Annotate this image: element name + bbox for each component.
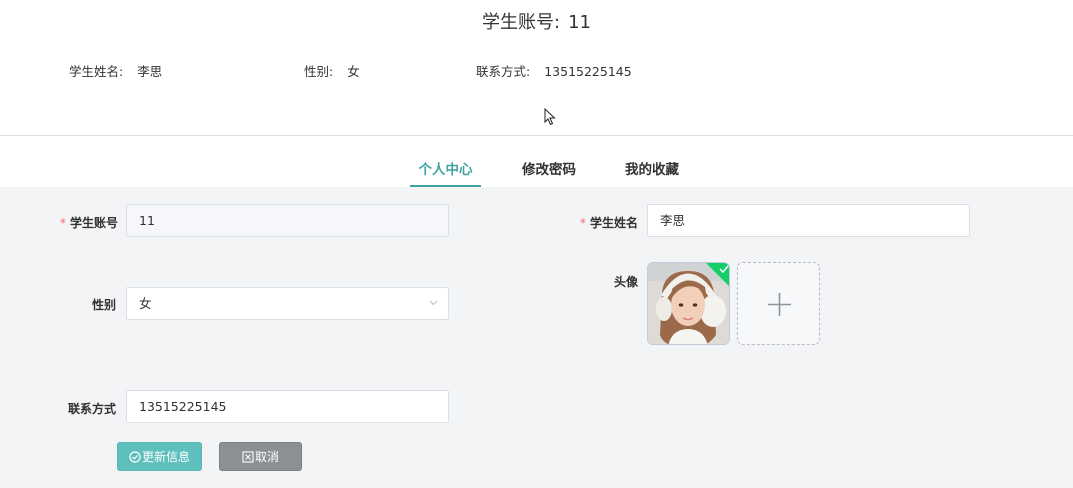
- account-title-label: 学生账号:: [482, 12, 561, 33]
- avatar-label: 头像: [612, 273, 638, 290]
- cancel-label: 取消: [254, 450, 279, 464]
- close-box-icon: [242, 451, 254, 463]
- phone-label: 联系方式: [56, 400, 116, 417]
- gender-label-text: 性别: [91, 298, 116, 312]
- student-profile-page: 学生账号: 11 学生姓名: 李思 性别: 女 联系方式: 13515225145 个人…: [0, 0, 1073, 488]
- update-info-button[interactable]: 更新信息: [117, 442, 202, 471]
- info-gender: 性别: 女: [304, 61, 360, 80]
- phone-label-text: 联系方式: [67, 402, 116, 416]
- required-mark: *: [60, 216, 66, 230]
- plus-icon: [768, 293, 791, 316]
- info-name: 学生姓名: 李思: [69, 61, 162, 80]
- info-phone-value: 13515225145: [544, 64, 632, 79]
- update-info-label: 更新信息: [141, 450, 190, 464]
- account-label-text: 学生账号: [70, 216, 119, 230]
- name-label: * 学生姓名: [580, 214, 638, 231]
- page-title: 学生账号: 11: [0, 8, 1073, 34]
- tab-change-password[interactable]: 修改密码: [515, 158, 583, 187]
- mouse-pointer-icon: [544, 108, 556, 126]
- info-gender-value: 女: [347, 64, 360, 79]
- info-phone-label: 联系方式:: [476, 64, 531, 79]
- tab-personal-center[interactable]: 个人中心: [410, 158, 481, 187]
- circle-check-icon: [129, 451, 141, 463]
- info-name-label: 学生姓名:: [69, 64, 124, 79]
- avatar-image: [648, 263, 729, 344]
- avatar-label-text: 头像: [613, 275, 638, 289]
- chevron-down-icon: [429, 300, 438, 306]
- gender-select-value: 女: [139, 296, 152, 311]
- info-phone: 联系方式: 13515225145: [476, 61, 632, 80]
- name-label-text: 学生姓名: [590, 216, 639, 230]
- header-divider: [0, 135, 1073, 136]
- avatar-thumbnail[interactable]: [647, 262, 730, 345]
- gender-label: 性别: [80, 296, 116, 313]
- avatar-upload-button[interactable]: [737, 262, 820, 345]
- account-field[interactable]: 11: [126, 204, 449, 237]
- tab-my-favorites[interactable]: 我的收藏: [618, 158, 686, 187]
- name-field[interactable]: 李思: [647, 204, 970, 237]
- info-gender-label: 性别:: [304, 64, 334, 79]
- required-mark: *: [580, 216, 586, 230]
- phone-field[interactable]: 13515225145: [126, 390, 449, 423]
- account-label: * 学生账号: [60, 214, 119, 231]
- account-title-value: 11: [568, 12, 591, 33]
- info-name-value: 李思: [137, 64, 163, 79]
- gender-select[interactable]: 女: [126, 287, 449, 320]
- cancel-button[interactable]: 取消: [219, 442, 302, 471]
- profile-tabs: 个人中心 修改密码 我的收藏: [0, 158, 1073, 187]
